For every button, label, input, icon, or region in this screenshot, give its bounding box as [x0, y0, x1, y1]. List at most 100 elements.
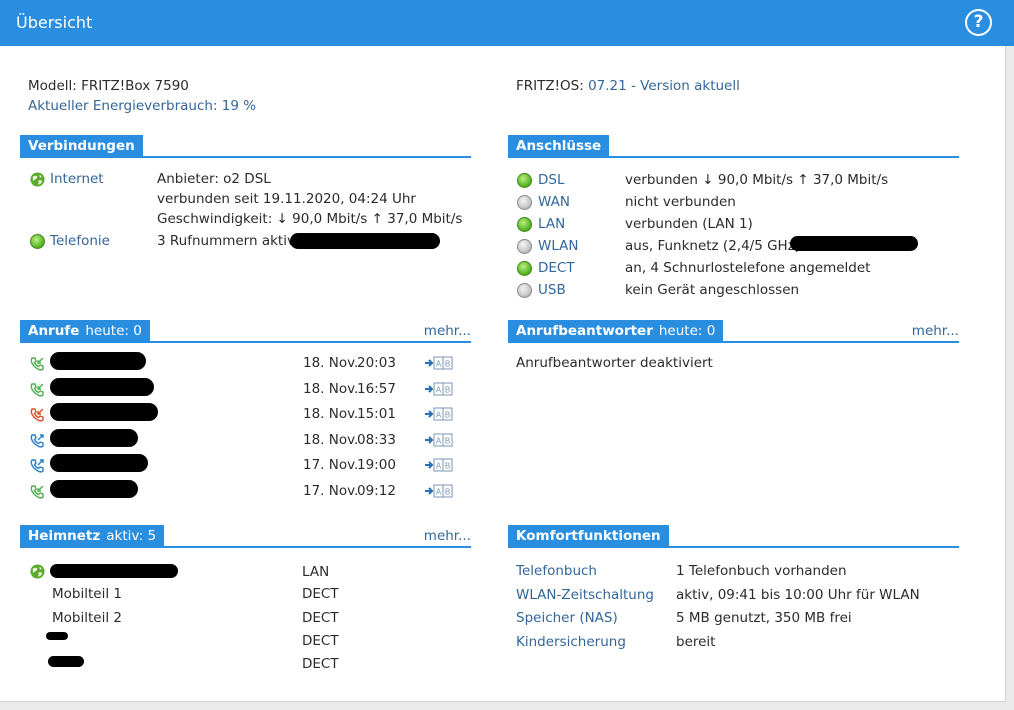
- svg-text:B: B: [445, 487, 450, 496]
- page-title: Übersicht: [16, 13, 93, 32]
- heimnetz-device-name: Mobilteil 1: [52, 586, 122, 602]
- komfort-value: aktiv, 09:41 bis 10:00 Uhr für WLAN: [676, 586, 920, 603]
- add-to-phonebook-icon[interactable]: AB: [424, 356, 454, 370]
- komfort-value: bereit: [676, 633, 716, 650]
- section-title-anschluesse: Anschlüsse: [508, 135, 610, 156]
- komfort-value: 5 MB genutzt, 350 MB frei: [676, 610, 852, 626]
- anschluss-value: an, 4 Schnurlostelefone angemeldet: [625, 260, 871, 276]
- anschluss-dect-link[interactable]: DECT: [538, 260, 575, 276]
- section-title-anrufbeantworter: Anrufbeantworter heute: 0: [508, 320, 724, 341]
- komfort-link[interactable]: WLAN-Zeitschaltung: [516, 587, 654, 603]
- section-title-heimnetz: Heimnetz aktiv: 5: [20, 525, 165, 546]
- call-date: 17. Nov.: [303, 457, 359, 473]
- call-date: 18. Nov.: [303, 431, 359, 448]
- add-to-phonebook-icon[interactable]: AB: [424, 458, 454, 472]
- redaction-mark: [50, 377, 154, 396]
- redaction-mark: [290, 233, 440, 249]
- anschluss-value: kein Gerät angeschlossen: [625, 282, 800, 298]
- heimnetz-device-type: DECT: [302, 656, 339, 672]
- internet-link[interactable]: Internet: [50, 171, 104, 187]
- svg-text:A: A: [436, 411, 442, 420]
- anschluss-dsl-link[interactable]: DSL: [538, 172, 565, 188]
- heimnetz-title: Heimnetz: [28, 528, 101, 544]
- internet-speed: Geschwindigkeit: ↓ 90,0 Mbit/s ↑ 37,0 Mb…: [157, 211, 463, 227]
- call-date: 17. Nov.: [303, 482, 359, 499]
- redaction-mark: [50, 352, 146, 370]
- call-time: 09:12: [357, 482, 396, 499]
- section-title-komfort: Komfortfunktionen: [508, 525, 669, 546]
- anrufe-count: heute: 0: [85, 323, 142, 339]
- komfort-link[interactable]: Telefonbuch: [516, 563, 597, 579]
- section-komfort: Komfortfunktionen: [508, 525, 959, 548]
- call-time: 08:33: [357, 431, 396, 448]
- anrufbeantworter-title: Anrufbeantworter: [516, 323, 653, 339]
- incoming-call-icon: [30, 484, 44, 499]
- anschluss-wlan-link[interactable]: WLAN: [538, 238, 579, 254]
- internet-connected-since: verbunden seit 19.11.2020, 04:24 Uhr: [157, 191, 416, 207]
- svg-text:A: A: [436, 360, 442, 369]
- komfort-link[interactable]: Speicher (NAS): [516, 610, 618, 626]
- redaction-mark: [50, 428, 138, 447]
- section-anrufbeantworter: Anrufbeantworter heute: 0 mehr...: [508, 320, 959, 343]
- anrufe-more-link[interactable]: mehr...: [424, 323, 471, 339]
- os-label: FRITZ!OS:: [516, 78, 584, 94]
- section-verbindungen: Verbindungen: [20, 135, 471, 158]
- anschluss-lan-link[interactable]: LAN: [538, 216, 565, 232]
- anschluss-wan-link[interactable]: WAN: [538, 194, 570, 210]
- section-title-verbindungen: Verbindungen: [20, 135, 143, 156]
- heimnetz-count: aktiv: 5: [106, 528, 157, 544]
- top-bar: Übersicht ?: [0, 0, 1014, 46]
- redaction-mark: [50, 479, 138, 498]
- energy-link[interactable]: Aktueller Energieverbrauch: 19 %: [28, 98, 256, 114]
- telefonie-numbers: 3 Rufnummern aktiv:: [157, 233, 299, 249]
- add-to-phonebook-icon[interactable]: AB: [424, 407, 454, 421]
- svg-text:A: A: [436, 385, 442, 394]
- svg-text:B: B: [445, 360, 450, 369]
- add-to-phonebook-icon[interactable]: AB: [424, 433, 454, 447]
- incoming-call-icon: [30, 382, 44, 397]
- anschluss-value: aus, Funknetz (2,4/5 GHz):: [625, 238, 805, 254]
- globe-icon: [30, 564, 45, 579]
- call-date: 18. Nov.: [303, 355, 359, 371]
- help-icon[interactable]: ?: [965, 9, 992, 36]
- anrufbeantworter-count: heute: 0: [658, 323, 716, 339]
- anrufe-title: Anrufe: [28, 323, 80, 339]
- anrufbeantworter-more-link[interactable]: mehr...: [912, 323, 959, 339]
- svg-text:B: B: [445, 411, 450, 420]
- outgoing-call-icon: [30, 433, 44, 448]
- status-led: [517, 173, 532, 188]
- status-led: [517, 261, 532, 276]
- telefonie-link[interactable]: Telefonie: [50, 233, 110, 249]
- model-text: Modell: FRITZ!Box 7590: [28, 78, 189, 94]
- anschluss-value: verbunden (LAN 1): [625, 216, 753, 232]
- svg-text:B: B: [445, 436, 450, 445]
- call-date: 18. Nov.: [303, 380, 359, 397]
- redaction-mark: [50, 564, 178, 578]
- heimnetz-more-link[interactable]: mehr...: [424, 528, 471, 544]
- telefonie-status-led: [30, 234, 45, 249]
- add-to-phonebook-icon[interactable]: AB: [424, 382, 454, 396]
- status-led: [517, 217, 532, 232]
- section-title-anrufe: Anrufe heute: 0: [20, 320, 150, 341]
- status-led: [517, 195, 532, 210]
- heimnetz-device-type: LAN: [302, 564, 330, 580]
- os-version-link[interactable]: 07.21 - Version aktuell: [588, 78, 740, 94]
- section-anrufe: Anrufe heute: 0 mehr...: [20, 320, 471, 343]
- call-date: 18. Nov.: [303, 406, 359, 422]
- globe-icon: [30, 172, 45, 187]
- anschluss-usb-link[interactable]: USB: [538, 282, 566, 298]
- add-to-phonebook-icon[interactable]: AB: [424, 484, 454, 498]
- missed-call-icon: [30, 408, 44, 422]
- call-time: 19:00: [357, 457, 396, 473]
- incoming-call-icon: [30, 357, 44, 371]
- svg-text:B: B: [445, 385, 450, 394]
- heimnetz-device-type: DECT: [302, 610, 339, 626]
- komfort-link[interactable]: Kindersicherung: [516, 634, 626, 650]
- os-line: FRITZ!OS: 07.21 - Version aktuell: [516, 78, 740, 94]
- internet-provider: Anbieter: o2 DSL: [157, 171, 271, 187]
- komfort-value: 1 Telefonbuch vorhanden: [676, 563, 847, 579]
- outgoing-call-icon: [30, 459, 44, 473]
- section-heimnetz: Heimnetz aktiv: 5 mehr...: [20, 525, 471, 548]
- call-time: 16:57: [357, 380, 396, 397]
- redaction-mark: [790, 236, 918, 251]
